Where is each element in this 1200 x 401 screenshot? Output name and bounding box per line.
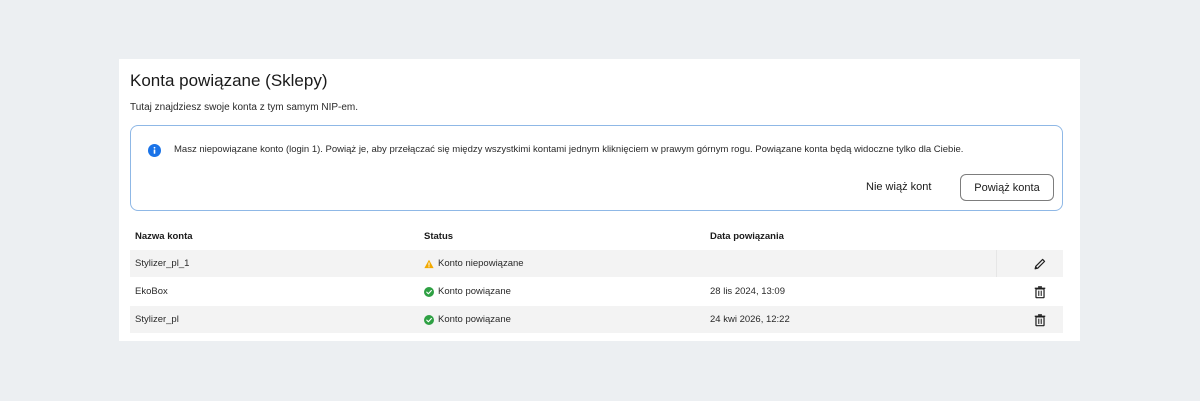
link-date: 24 kwi 2026, 12:22 — [710, 314, 790, 325]
account-name: Stylizer_pl_1 — [135, 258, 190, 269]
pencil-icon[interactable] — [1033, 257, 1047, 271]
account-status: Konto niepowiązane — [438, 258, 524, 269]
link-accounts-button[interactable]: Powiąż konta — [960, 174, 1054, 201]
check-circle-icon — [424, 287, 434, 297]
table-row: EkoBox Konto powiązane 28 lis 2024, 13:0… — [130, 278, 1063, 305]
account-status: Konto powiązane — [438, 314, 511, 325]
trash-icon[interactable] — [1033, 313, 1047, 327]
page-title: Konta powiązane (Sklepy) — [130, 71, 328, 90]
warning-icon — [424, 259, 434, 269]
account-name: Stylizer_pl — [135, 314, 179, 325]
table-header: Nazwa konta Status Data powiązania — [130, 225, 1063, 249]
page-subtitle: Tutaj znajdziesz swoje konta z tym samym… — [130, 102, 359, 113]
table-row: Stylizer_pl Konto powiązane 24 kwi 2026,… — [130, 306, 1063, 333]
account-name: EkoBox — [135, 286, 168, 297]
column-header-status: Status — [424, 231, 454, 242]
table-row: Stylizer_pl_1 Konto niepowiązane — [130, 250, 1063, 277]
link-date: 28 lis 2024, 13:09 — [710, 286, 786, 297]
check-circle-icon — [424, 315, 434, 325]
alert-message: Masz niepowiązane konto (login 1). Powią… — [174, 144, 964, 155]
column-header-name: Nazwa konta — [135, 231, 193, 242]
dont-link-button[interactable]: Nie wiąż kont — [866, 174, 931, 201]
column-divider — [996, 250, 997, 277]
trash-icon[interactable] — [1033, 285, 1047, 299]
account-status: Konto powiązane — [438, 286, 511, 297]
unlinked-account-alert: Masz niepowiązane konto (login 1). Powią… — [130, 125, 1063, 211]
info-icon — [148, 144, 161, 157]
column-header-date: Data powiązania — [710, 231, 784, 242]
linked-accounts-card: Konta powiązane (Sklepy) Tutaj znajdzies… — [119, 59, 1080, 341]
